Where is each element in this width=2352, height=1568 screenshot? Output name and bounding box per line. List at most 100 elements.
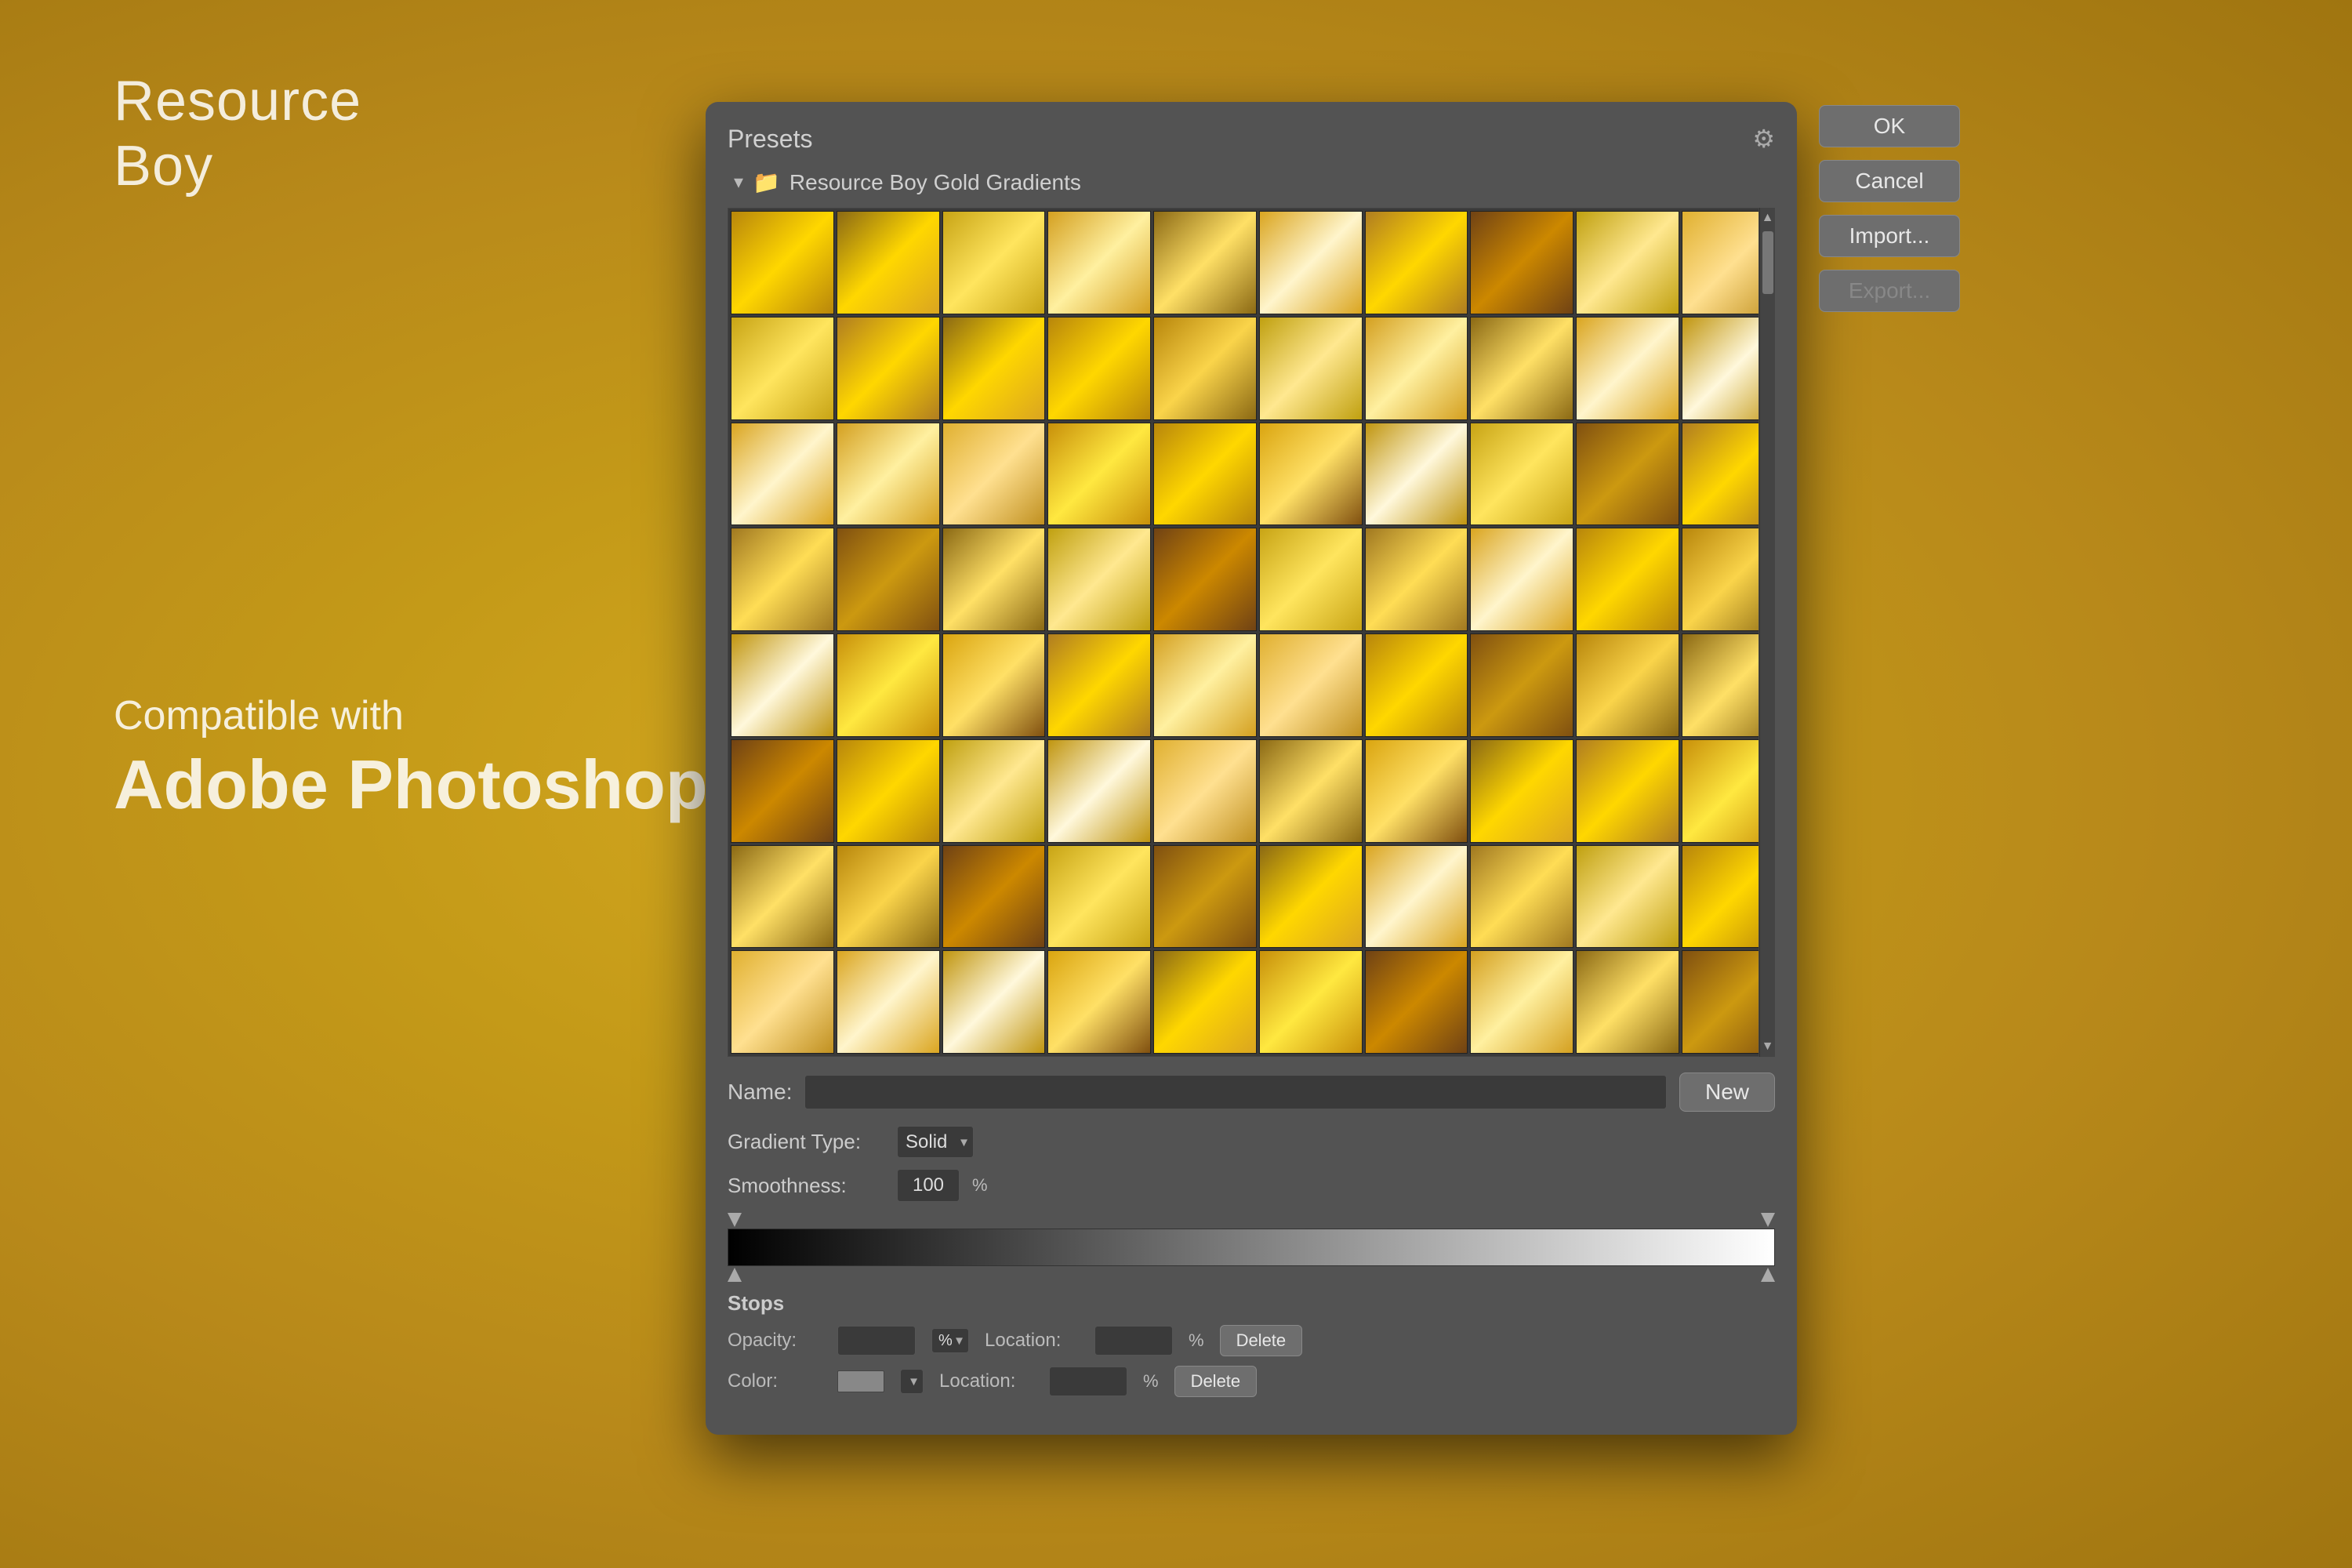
import-button[interactable]: Import... [1819,215,1960,257]
gradient-cell[interactable] [1682,317,1759,420]
gradient-cell[interactable] [1047,423,1151,526]
gradient-cell[interactable] [1470,845,1573,949]
gradient-cell[interactable] [1682,845,1759,949]
gradient-cell[interactable] [1365,317,1468,420]
gradient-cell[interactable] [1047,950,1151,1054]
gradient-cell[interactable] [1259,528,1363,631]
gradient-cell[interactable] [942,211,1046,314]
gradient-cell[interactable] [1576,317,1679,420]
gradient-cell[interactable] [942,528,1046,631]
gradient-cell[interactable] [1365,845,1468,949]
gradient-cell[interactable] [1153,317,1257,420]
gradient-cell[interactable] [837,528,940,631]
location-input2[interactable] [1049,1367,1127,1396]
cancel-button[interactable]: Cancel [1819,160,1960,202]
gradient-cell[interactable] [1470,423,1573,526]
gradient-cell[interactable] [1470,211,1573,314]
gradient-cell[interactable] [942,423,1046,526]
gradient-cell[interactable] [1576,633,1679,737]
gear-icon[interactable]: ⚙ [1752,124,1775,154]
gradient-cell[interactable] [731,211,834,314]
gradient-cell[interactable] [1047,633,1151,737]
gradient-cell[interactable] [1153,950,1257,1054]
gradient-cell[interactable] [731,317,834,420]
gradient-cell[interactable] [1576,423,1679,526]
gradient-cell[interactable] [1470,739,1573,843]
gradient-cell[interactable] [1576,739,1679,843]
gradient-cell[interactable] [837,845,940,949]
gradient-cell[interactable] [731,528,834,631]
gradient-cell[interactable] [1259,423,1363,526]
smoothness-input[interactable] [897,1169,960,1202]
gradient-bar[interactable] [728,1229,1775,1266]
gradient-cell[interactable] [1470,950,1573,1054]
gradient-cell[interactable] [1576,845,1679,949]
gradient-cell[interactable] [1365,423,1468,526]
gradient-cell[interactable] [837,423,940,526]
new-button[interactable]: New [1679,1073,1775,1112]
gradient-cell[interactable] [731,845,834,949]
gradient-cell[interactable] [1153,211,1257,314]
gradient-cell[interactable] [731,950,834,1054]
scroll-thumb[interactable] [1762,231,1773,294]
gradient-cell[interactable] [1047,317,1151,420]
gradient-cell[interactable] [1047,739,1151,843]
gradient-cell[interactable] [1682,528,1759,631]
gradient-cell[interactable] [1259,739,1363,843]
gradient-cell[interactable] [1682,633,1759,737]
gradient-cell[interactable] [942,950,1046,1054]
color-mode-select[interactable] [900,1369,924,1394]
gradient-cell[interactable] [1682,950,1759,1054]
gradient-cell[interactable] [731,423,834,526]
scroll-down-arrow[interactable]: ▼ [1759,1036,1775,1057]
gradient-cell[interactable] [942,845,1046,949]
gradient-handle-bottom-left[interactable] [728,1268,742,1282]
name-input[interactable] [804,1075,1667,1109]
gradient-cell[interactable] [837,950,940,1054]
gradient-cell[interactable] [1682,211,1759,314]
gradient-cell[interactable] [942,633,1046,737]
gradient-cell[interactable] [1365,633,1468,737]
gradient-cell[interactable] [1259,211,1363,314]
delete-button2[interactable]: Delete [1174,1366,1258,1397]
gradient-cell[interactable] [1153,423,1257,526]
gradient-cell[interactable] [1470,633,1573,737]
gradient-cell[interactable] [837,633,940,737]
gradient-cell[interactable] [1153,739,1257,843]
gradient-cell[interactable] [837,317,940,420]
gradient-cell[interactable] [1259,845,1363,949]
gradient-cell[interactable] [1259,950,1363,1054]
gradient-cell[interactable] [1047,845,1151,949]
color-swatch[interactable] [837,1370,884,1392]
gradient-cell[interactable] [1470,317,1573,420]
gradient-type-select[interactable]: Solid Noise [897,1126,974,1158]
export-button[interactable]: Export... [1819,270,1960,312]
gradient-cell[interactable] [837,211,940,314]
gradient-cell[interactable] [942,317,1046,420]
gradient-cell[interactable] [1682,739,1759,843]
gradient-cell[interactable] [1047,528,1151,631]
gradient-cell[interactable] [1047,211,1151,314]
gradient-cell[interactable] [1153,528,1257,631]
opacity-unit-select[interactable]: % [931,1328,969,1353]
gradient-cell[interactable] [1470,528,1573,631]
gradient-cell[interactable] [1576,950,1679,1054]
gradient-cell[interactable] [837,739,940,843]
gradient-cell[interactable] [1365,950,1468,1054]
gradient-cell[interactable] [731,739,834,843]
gradient-cell[interactable] [1153,845,1257,949]
delete-button1[interactable]: Delete [1220,1325,1303,1356]
gradient-cell[interactable] [1153,633,1257,737]
scrollbar[interactable]: ▲ ▼ [1759,208,1775,1057]
gradient-handle-top-left[interactable] [728,1213,742,1227]
gradient-cell[interactable] [942,739,1046,843]
gradient-cell[interactable] [1365,211,1468,314]
gradient-cell[interactable] [731,633,834,737]
gradient-cell[interactable] [1576,528,1679,631]
scroll-up-arrow[interactable]: ▲ [1759,208,1775,228]
ok-button[interactable]: OK [1819,105,1960,147]
gradient-cell[interactable] [1365,739,1468,843]
gradient-cell[interactable] [1682,423,1759,526]
gradient-handle-top-right[interactable] [1761,1213,1775,1227]
gradient-handle-bottom-right[interactable] [1761,1268,1775,1282]
